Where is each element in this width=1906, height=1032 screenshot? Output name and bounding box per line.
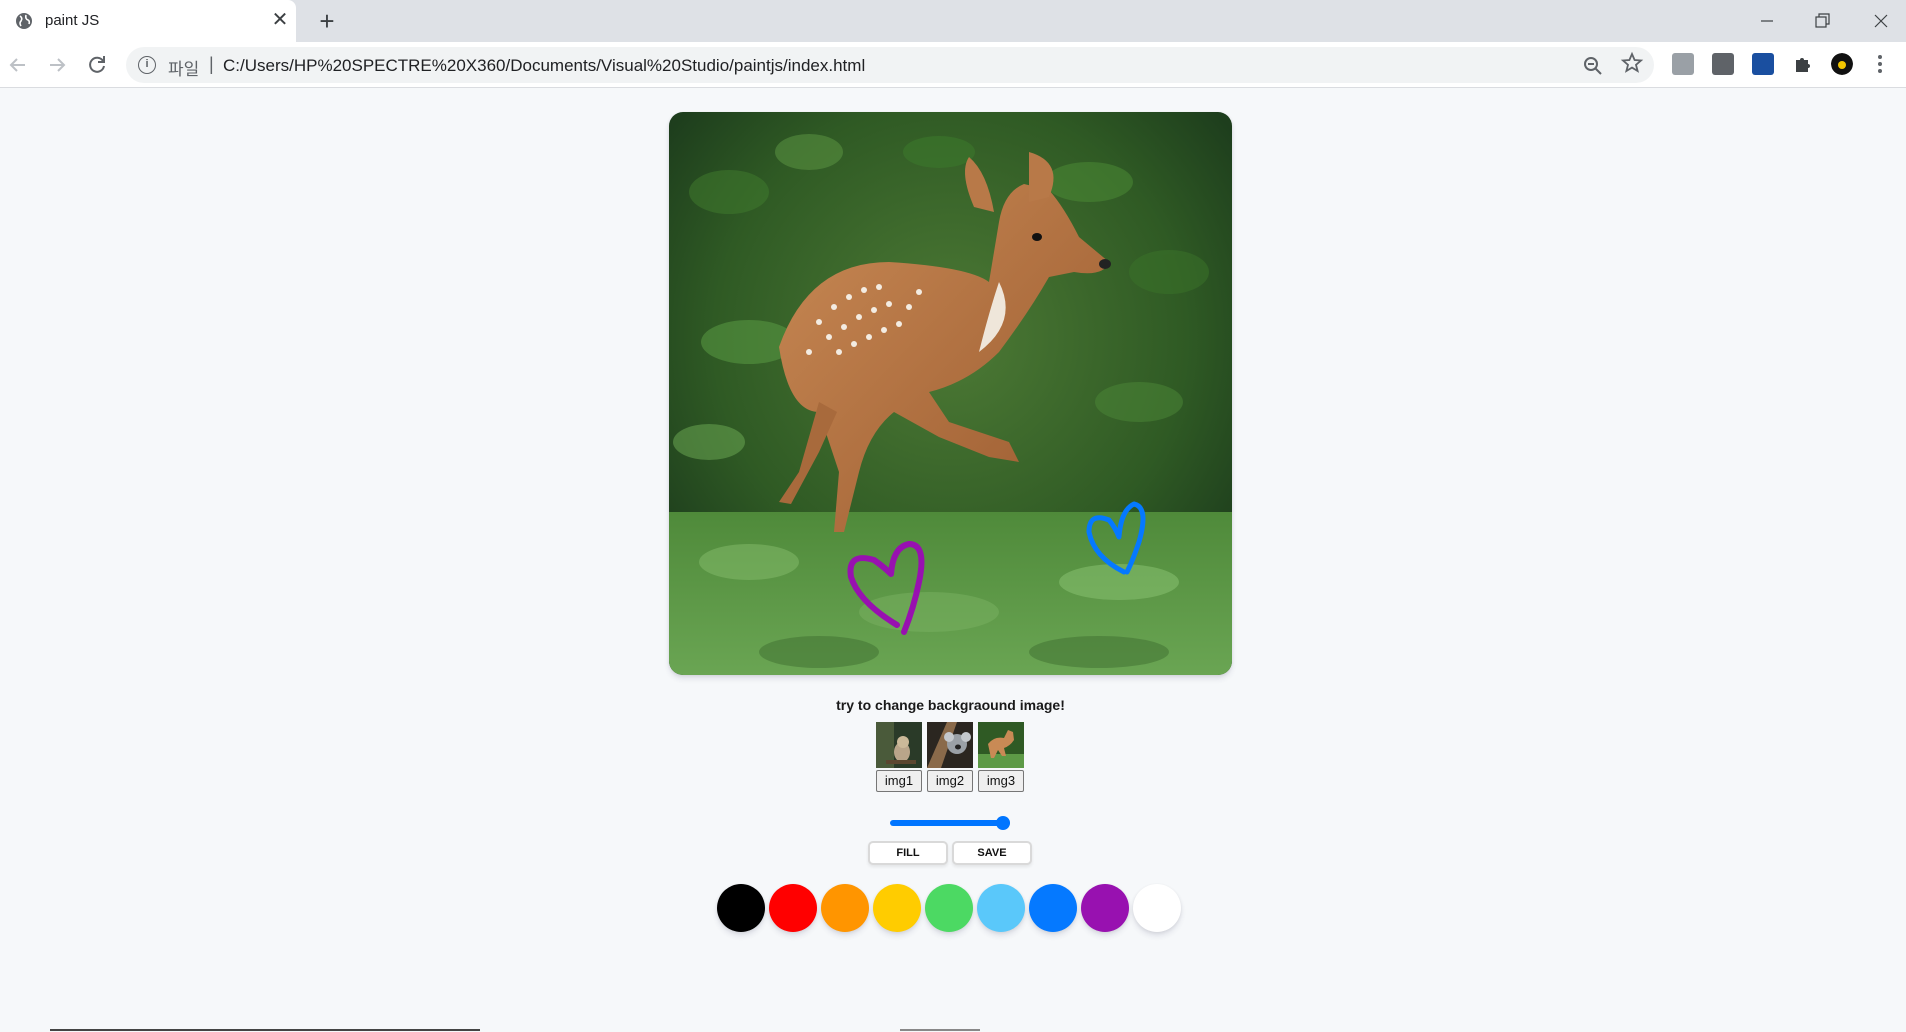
img2-label[interactable]: img2 bbox=[927, 770, 973, 792]
browser-tab[interactable]: paint JS ✕ bbox=[0, 0, 296, 42]
thumbnail-img3[interactable]: img3 bbox=[978, 722, 1024, 792]
puzzle-icon[interactable] bbox=[1792, 53, 1814, 75]
extension-info-icon[interactable] bbox=[1712, 53, 1734, 75]
deer-background-image bbox=[669, 112, 1232, 675]
color-palette bbox=[717, 884, 1181, 932]
address-bar[interactable]: i 파일 | C:/Users/HP%20SPECTRE%20X360/Docu… bbox=[126, 47, 1654, 83]
color-swatch-red[interactable] bbox=[769, 884, 817, 932]
paint-canvas[interactable] bbox=[669, 112, 1232, 675]
img3-label[interactable]: img3 bbox=[978, 770, 1024, 792]
new-tab-button[interactable]: + bbox=[314, 8, 340, 34]
extension-globe-icon[interactable] bbox=[1752, 53, 1774, 75]
tab-title: paint JS bbox=[45, 12, 100, 29]
url-separator: | bbox=[209, 54, 214, 74]
slider-thumb[interactable] bbox=[996, 816, 1010, 830]
bottom-scroll-indicator bbox=[0, 1028, 1906, 1032]
koala-thumbnail[interactable] bbox=[927, 722, 973, 768]
img1-label[interactable]: img1 bbox=[876, 770, 922, 792]
control-buttons: Fill Save bbox=[868, 841, 1032, 865]
browser-toolbar: i 파일 | C:/Users/HP%20SPECTRE%20X360/Docu… bbox=[0, 42, 1906, 88]
kebab-menu-icon[interactable] bbox=[1872, 51, 1888, 77]
info-icon[interactable]: i bbox=[138, 56, 156, 74]
color-swatch-yellow[interactable] bbox=[873, 884, 921, 932]
save-button[interactable]: Save bbox=[952, 841, 1032, 865]
profile-avatar[interactable] bbox=[1831, 53, 1853, 75]
thumbnail-img2[interactable]: img2 bbox=[927, 722, 973, 792]
color-swatch-purple[interactable] bbox=[1081, 884, 1129, 932]
thumbnail-img1[interactable]: img1 bbox=[876, 722, 922, 792]
minimize-icon[interactable] bbox=[1752, 6, 1782, 36]
forward-arrow-icon[interactable] bbox=[44, 52, 70, 78]
color-swatch-green[interactable] bbox=[925, 884, 973, 932]
restore-icon[interactable] bbox=[1807, 6, 1837, 36]
color-swatch-sky-blue[interactable] bbox=[977, 884, 1025, 932]
color-swatch-white[interactable] bbox=[1133, 884, 1181, 932]
fill-button[interactable]: Fill bbox=[868, 841, 948, 865]
scheme-label: 파일 bbox=[168, 60, 200, 79]
url-text[interactable]: C:/Users/HP%20SPECTRE%20X360/Documents/V… bbox=[223, 56, 865, 76]
owl-thumbnail[interactable] bbox=[876, 722, 922, 768]
reload-icon[interactable] bbox=[84, 52, 110, 78]
tab-bar: paint JS ✕ + bbox=[0, 0, 1906, 42]
close-window-icon[interactable] bbox=[1866, 6, 1896, 36]
background-hint: try to change backgraound image! bbox=[836, 697, 1065, 713]
back-arrow-icon[interactable] bbox=[5, 52, 31, 78]
deer-thumbnail[interactable] bbox=[978, 722, 1024, 768]
slider-track[interactable] bbox=[890, 820, 1010, 826]
extension-ex-icon[interactable] bbox=[1672, 53, 1694, 75]
color-swatch-black[interactable] bbox=[717, 884, 765, 932]
brush-size-slider[interactable] bbox=[890, 816, 1010, 830]
star-icon[interactable] bbox=[1620, 51, 1644, 75]
color-swatch-orange[interactable] bbox=[821, 884, 869, 932]
color-swatch-blue[interactable] bbox=[1029, 884, 1077, 932]
background-thumbnails: img1 img2 img3 bbox=[876, 722, 1024, 792]
zoom-out-icon[interactable] bbox=[1582, 55, 1604, 77]
globe-icon bbox=[16, 13, 32, 29]
tab-close-icon[interactable]: ✕ bbox=[270, 10, 290, 30]
